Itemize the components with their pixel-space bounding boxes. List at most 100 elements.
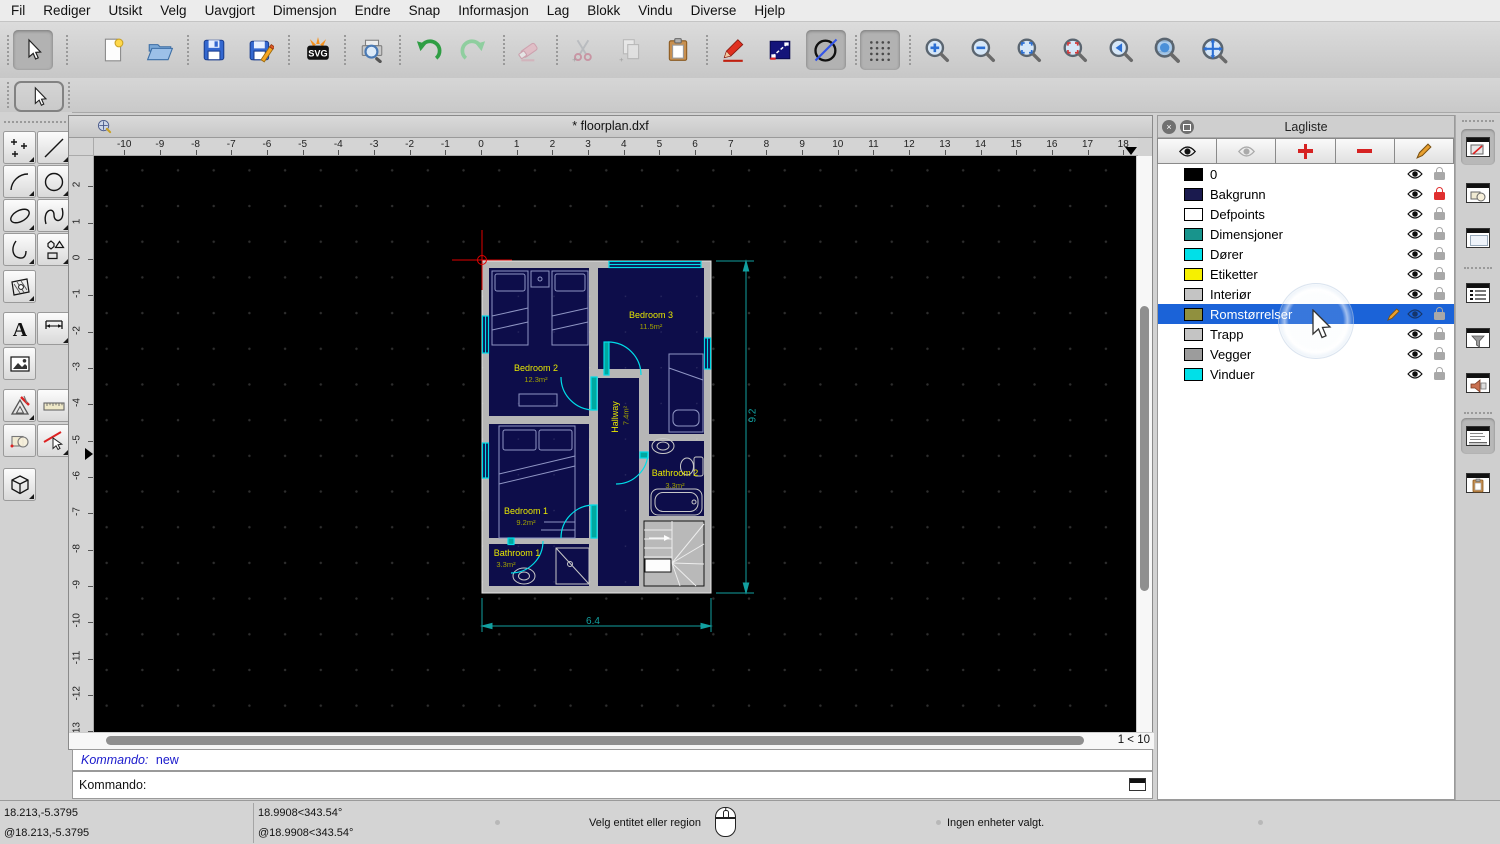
layer-lock-icon[interactable] — [1434, 207, 1445, 220]
blocks-tool-button[interactable] — [3, 424, 36, 457]
horizontal-scroll-thumb[interactable] — [106, 736, 1084, 745]
points-tool-button[interactable] — [3, 131, 36, 164]
polygon-tool-button[interactable] — [37, 233, 70, 266]
menu-item-lag[interactable]: Lag — [547, 3, 570, 18]
menu-item-informasjon[interactable]: Informasjon — [458, 3, 529, 18]
solid-3d-tool-button[interactable] — [3, 468, 36, 501]
layer-row[interactable]: Dimensjoner — [1158, 224, 1454, 244]
menu-item-velg[interactable]: Velg — [160, 3, 186, 18]
circle-tool-button[interactable] — [806, 30, 846, 70]
zoom-auto-button[interactable] — [1009, 30, 1049, 70]
menu-item-rediger[interactable]: Rediger — [43, 3, 90, 18]
zoom-window-button[interactable] — [1147, 30, 1187, 70]
horizontal-scrollbar[interactable]: 1 < 10 — [69, 732, 1154, 749]
layer-lock-icon[interactable] — [1434, 247, 1445, 260]
layer-row[interactable]: Dører — [1158, 244, 1454, 264]
export-svg-button[interactable]: SVG — [298, 30, 338, 70]
image-tool-button[interactable] — [3, 347, 36, 380]
layer-visibility-icon[interactable] — [1407, 168, 1424, 180]
undo-button[interactable] — [408, 30, 448, 70]
layer-lock-icon[interactable] — [1434, 327, 1445, 340]
layer-lock-icon[interactable] — [1434, 227, 1445, 240]
zoom-back-button[interactable] — [1101, 30, 1141, 70]
open-file-button[interactable] — [140, 30, 180, 70]
grid-toggle-button[interactable] — [860, 30, 900, 70]
menu-item-blokk[interactable]: Blokk — [587, 3, 620, 18]
layer-visibility-icon[interactable] — [1407, 308, 1424, 320]
draw-order-button[interactable] — [760, 30, 800, 70]
layer-lock-icon[interactable] — [1434, 347, 1445, 360]
polyline-tool-button[interactable] — [3, 233, 36, 266]
layer-row[interactable]: Etiketter — [1158, 264, 1454, 284]
print-preview-button[interactable] — [352, 30, 392, 70]
layer-list-dock-button[interactable] — [1461, 129, 1495, 165]
zoom-pan-button[interactable] — [1194, 30, 1234, 70]
layer-row[interactable]: 0 — [1158, 164, 1454, 184]
menu-item-hjelp[interactable]: Hjelp — [754, 3, 785, 18]
text-tool-button[interactable]: A — [3, 312, 36, 345]
menu-item-vindu[interactable]: Vindu — [638, 3, 672, 18]
layer-visibility-icon[interactable] — [1407, 248, 1424, 260]
layer-visibility-icon[interactable] — [1407, 368, 1424, 380]
media-dock-button[interactable] — [1461, 365, 1495, 401]
entity-list-dock-button[interactable] — [1461, 275, 1495, 311]
menu-item-snap[interactable]: Snap — [409, 3, 441, 18]
show-all-layers-button[interactable] — [1157, 138, 1218, 164]
line-tool-button[interactable] — [37, 131, 70, 164]
layer-visibility-icon[interactable] — [1407, 208, 1424, 220]
layer-lock-icon[interactable] — [1434, 267, 1445, 280]
spline-tool-button[interactable] — [37, 199, 70, 232]
library-browser-dock-button[interactable] — [1461, 220, 1495, 256]
redo-button[interactable] — [454, 30, 494, 70]
filter-dock-button[interactable] — [1461, 320, 1495, 356]
measure-tool-button[interactable] — [37, 389, 70, 422]
menu-item-utsikt[interactable]: Utsikt — [109, 3, 143, 18]
dimension-tool-button[interactable] — [37, 312, 70, 345]
menu-item-endre[interactable]: Endre — [355, 3, 391, 18]
active-tool-button[interactable] — [14, 81, 64, 112]
layer-visibility-icon[interactable] — [1407, 188, 1424, 200]
circle-tool-button[interactable] — [37, 165, 70, 198]
zoom-out-button[interactable] — [963, 30, 1003, 70]
layer-row[interactable]: Defpoints — [1158, 204, 1454, 224]
modify-tools-button[interactable] — [3, 389, 36, 422]
ellipse-tool-button[interactable] — [3, 199, 36, 232]
vertical-scrollbar[interactable] — [1136, 156, 1152, 734]
zoom-previous-button[interactable] — [1055, 30, 1095, 70]
layer-lock-icon[interactable] — [1434, 187, 1445, 200]
hatch-tool-button[interactable] — [3, 270, 36, 303]
paste-button[interactable] — [658, 30, 698, 70]
clipboard-dock-button[interactable] — [1461, 465, 1495, 501]
layer-edit-pencil-icon[interactable] — [1387, 307, 1400, 321]
layer-visibility-icon[interactable] — [1407, 328, 1424, 340]
menu-item-dimensjon[interactable]: Dimensjon — [273, 3, 337, 18]
layer-row[interactable]: Vinduer — [1158, 364, 1454, 384]
menu-item-fil[interactable]: Fil — [11, 3, 25, 18]
vertical-scroll-thumb[interactable] — [1140, 306, 1149, 591]
command-input[interactable]: Kommando: — [72, 771, 1153, 799]
remove-layer-button[interactable] — [1334, 138, 1395, 164]
layer-lock-icon[interactable] — [1434, 367, 1445, 380]
layer-visibility-icon[interactable] — [1407, 268, 1424, 280]
save-button[interactable] — [194, 30, 234, 70]
save-as-button[interactable] — [241, 30, 281, 70]
zoom-in-button[interactable] — [917, 30, 957, 70]
command-options-icon[interactable] — [1129, 778, 1146, 791]
drawing-canvas[interactable]: Bedroom 2 12.3m² Bedroom 3 11.5m² Hallwa… — [94, 156, 1138, 734]
arc-tool-button[interactable] — [3, 165, 36, 198]
select-tool-button[interactable] — [13, 30, 53, 70]
hide-all-layers-button[interactable] — [1216, 138, 1277, 164]
add-layer-button[interactable] — [1275, 138, 1336, 164]
menu-item-uavgjort[interactable]: Uavgjort — [205, 3, 255, 18]
select-entity-tool-button[interactable] — [37, 424, 70, 457]
command-line-dock-button[interactable] — [1461, 418, 1495, 454]
layer-lock-icon[interactable] — [1434, 307, 1445, 320]
layer-visibility-icon[interactable] — [1407, 288, 1424, 300]
layer-lock-icon[interactable] — [1434, 167, 1445, 180]
menu-item-diverse[interactable]: Diverse — [691, 3, 737, 18]
layer-visibility-icon[interactable] — [1407, 348, 1424, 360]
block-list-dock-button[interactable] — [1461, 175, 1495, 211]
drawing-window-titlebar[interactable]: * floorplan.dxf — [69, 116, 1152, 138]
pen-edit-button[interactable] — [713, 30, 753, 70]
new-document-button[interactable] — [93, 30, 133, 70]
